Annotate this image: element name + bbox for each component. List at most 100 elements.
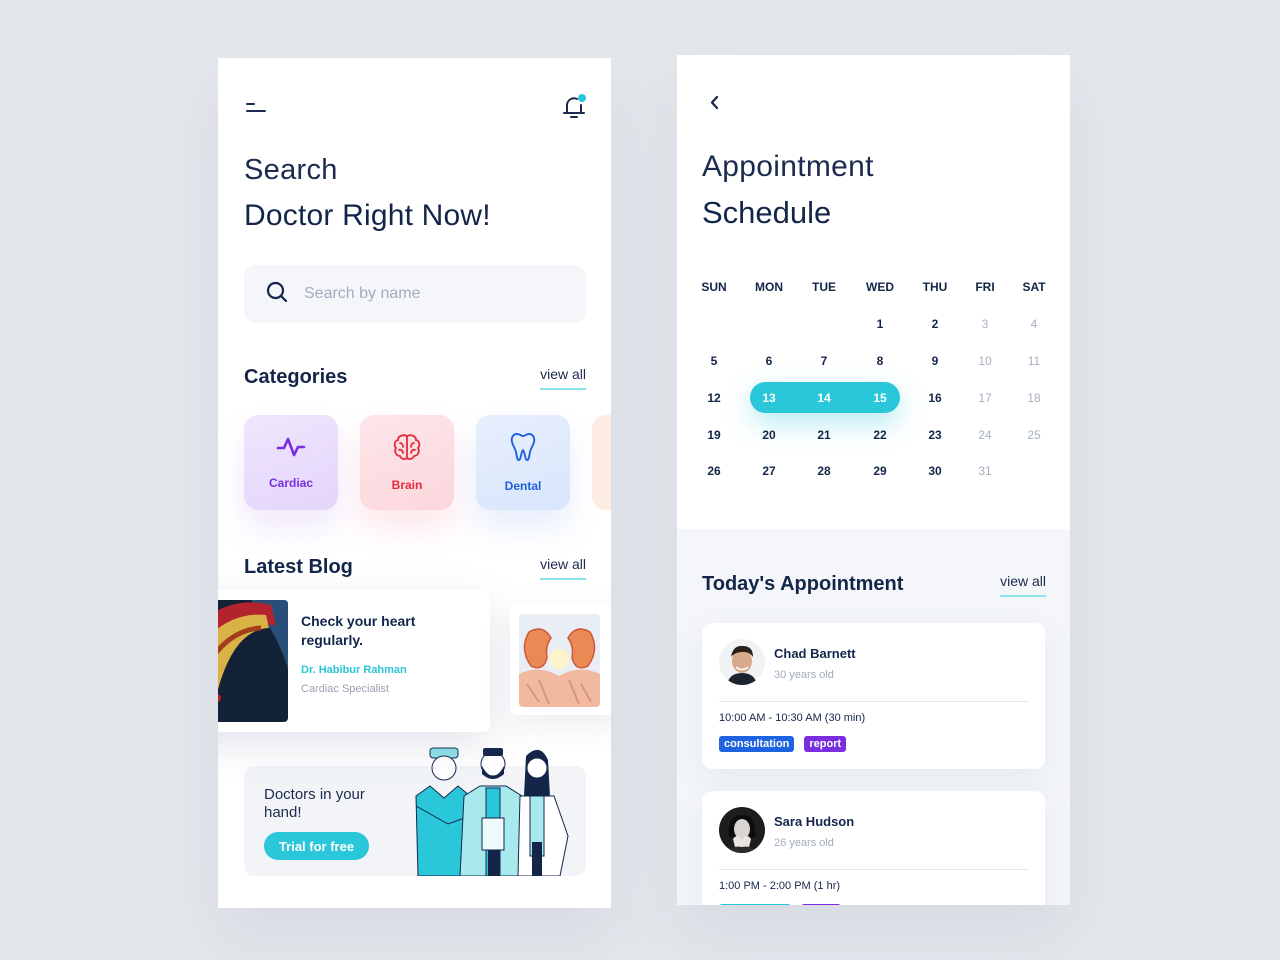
- patient-age: 26 years old: [774, 837, 834, 849]
- kidney-illustration: [519, 614, 600, 707]
- category-brain[interactable]: Brain: [360, 415, 454, 510]
- tooth-icon: [510, 432, 536, 467]
- trial-button[interactable]: Trial for free: [264, 832, 369, 860]
- category-more[interactable]: [592, 415, 611, 510]
- search-input[interactable]: [304, 285, 564, 303]
- calendar-day[interactable]: 1: [849, 317, 911, 331]
- calendar-day[interactable]: 26: [689, 464, 739, 478]
- calendar-day[interactable]: 11: [1011, 354, 1057, 368]
- weekday-label: WED: [866, 280, 894, 295]
- avatar: [719, 807, 765, 853]
- calendar-day[interactable]: 28: [799, 464, 849, 478]
- heartbeat-icon: [276, 435, 306, 464]
- category-dental[interactable]: Dental: [476, 415, 570, 510]
- patient-name: Sara Hudson: [774, 814, 855, 829]
- blog-view-all-link[interactable]: view all: [540, 556, 586, 580]
- calendar-day[interactable]: 15: [849, 391, 911, 405]
- appointment-card[interactable]: Chad Barnett 30 years old 10:00 AM - 10:…: [702, 623, 1045, 769]
- calendar-week: 1234: [689, 306, 1057, 343]
- calendar-day[interactable]: 16: [911, 391, 959, 405]
- calendar-day[interactable]: 22: [849, 428, 911, 442]
- appointments-view-all-link[interactable]: view all: [1000, 573, 1046, 597]
- calendar-day[interactable]: 4: [1011, 317, 1057, 331]
- menu-icon[interactable]: [246, 100, 268, 114]
- calendar-week: 12 13 14 15 16 17 18: [689, 379, 1057, 416]
- calendar-day[interactable]: 30: [911, 464, 959, 478]
- calendar-week: 5 6 7 8 9 10 11: [689, 343, 1057, 380]
- tag-consultation[interactable]: consultation: [719, 736, 795, 752]
- calendar-week: 26 27 28 29 30 31: [689, 453, 1057, 490]
- appointment-card[interactable]: Sara Hudson 26 years old 1:00 PM - 2:00 …: [702, 791, 1045, 905]
- weekday-label: MON: [755, 280, 783, 295]
- appointment-tags: consultation report: [719, 736, 847, 752]
- calendar-day[interactable]: 2: [911, 317, 959, 331]
- blog-header: Latest Blog view all: [244, 556, 586, 580]
- patient-age: 30 years old: [774, 669, 834, 681]
- appointments-header: Today's Appointment view all: [702, 573, 1046, 597]
- weekday-label: SAT: [1022, 280, 1046, 295]
- calendar-day[interactable]: 29: [849, 464, 911, 478]
- calendar-day[interactable]: 3: [959, 317, 1011, 331]
- calendar-day[interactable]: 18: [1011, 391, 1057, 405]
- calendar-day[interactable]: 9: [911, 354, 959, 368]
- calendar-weekdays: SUN MON TUE WED THU FRI SAT: [689, 269, 1057, 306]
- calendar-day[interactable]: 13: [739, 391, 799, 405]
- tag[interactable]: [801, 904, 841, 905]
- blog-card[interactable]: [510, 605, 611, 715]
- weekday-label: TUE: [812, 280, 836, 295]
- category-label: Dental: [504, 479, 542, 493]
- calendar-day[interactable]: 21: [799, 428, 849, 442]
- calendar-day[interactable]: 20: [739, 428, 799, 442]
- categories-title: Categories: [244, 366, 348, 388]
- promo-banner: Doctors in your hand! Trial for free: [244, 747, 586, 877]
- appointment-tags: [719, 904, 841, 905]
- blog-post-title: Check your heart regularly.: [301, 613, 416, 648]
- patient-name: Chad Barnett: [774, 646, 856, 661]
- appointments-section: Today's Appointment view all Chad Barnet…: [677, 529, 1070, 905]
- search-bar: [244, 265, 586, 323]
- calendar-day[interactable]: 27: [739, 464, 799, 478]
- calendar-day[interactable]: 19: [689, 428, 739, 442]
- calendar-day[interactable]: 8: [849, 354, 911, 368]
- schedule-title-line1: Appointment: [702, 150, 874, 183]
- calendar-day[interactable]: 17: [959, 391, 1011, 405]
- divider: [719, 869, 1029, 870]
- categories-view-all-link[interactable]: view all: [540, 366, 586, 390]
- home-screen: Search Doctor Right Now! Categories view…: [218, 58, 611, 908]
- tag[interactable]: [719, 904, 791, 905]
- appointment-time: 10:00 AM - 10:30 AM (30 min): [719, 712, 866, 724]
- weekday-label: THU: [922, 280, 948, 295]
- search-icon[interactable]: [266, 281, 288, 308]
- brain-icon: [392, 433, 422, 466]
- calendar-day[interactable]: 10: [959, 354, 1011, 368]
- calendar-day[interactable]: 12: [689, 391, 739, 405]
- calendar-day[interactable]: 25: [1011, 428, 1057, 442]
- calendar-day[interactable]: 5: [689, 354, 739, 368]
- calendar-day[interactable]: 7: [799, 354, 849, 368]
- weekday-label: SUN: [701, 280, 727, 295]
- schedule-screen: Appointment Schedule SUN MON TUE WED THU…: [677, 55, 1070, 905]
- chevron-left-icon[interactable]: [705, 93, 725, 113]
- calendar-grid: 1 2 3 4 5 6 7 8 9 10 11 12 13 14 15 16 17 18 19 20 21 22 23 24 2…: [689, 306, 1057, 490]
- calendar-day[interactable]: 23: [911, 428, 959, 442]
- schedule-title-line2: Schedule: [702, 195, 832, 230]
- appointments-title: Today's Appointment: [702, 573, 904, 595]
- bell-icon[interactable]: [562, 94, 586, 120]
- category-cardiac[interactable]: Cardiac: [244, 415, 338, 510]
- promo-text: Doctors in your hand!: [264, 786, 365, 821]
- calendar-day[interactable]: 6: [739, 354, 799, 368]
- artery-illustration: [218, 600, 288, 722]
- blog-title: Latest Blog: [244, 556, 353, 578]
- page-title-line2: Doctor Right Now!: [244, 199, 491, 232]
- calendar-day[interactable]: 24: [959, 428, 1011, 442]
- calendar-week: 19 20 21 22 23 24 25: [689, 416, 1057, 453]
- notification-dot: [578, 94, 586, 102]
- calendar-day[interactable]: 31: [959, 464, 1011, 478]
- categories-header: Categories view all: [244, 366, 586, 390]
- doctors-illustration: [408, 746, 578, 877]
- avatar: [719, 639, 765, 685]
- tag-report[interactable]: report: [804, 736, 847, 752]
- blog-card[interactable]: Check your heart regularly. Dr. Habibur …: [218, 590, 490, 732]
- category-label: Cardiac: [268, 476, 314, 490]
- calendar-day[interactable]: 14: [799, 391, 849, 405]
